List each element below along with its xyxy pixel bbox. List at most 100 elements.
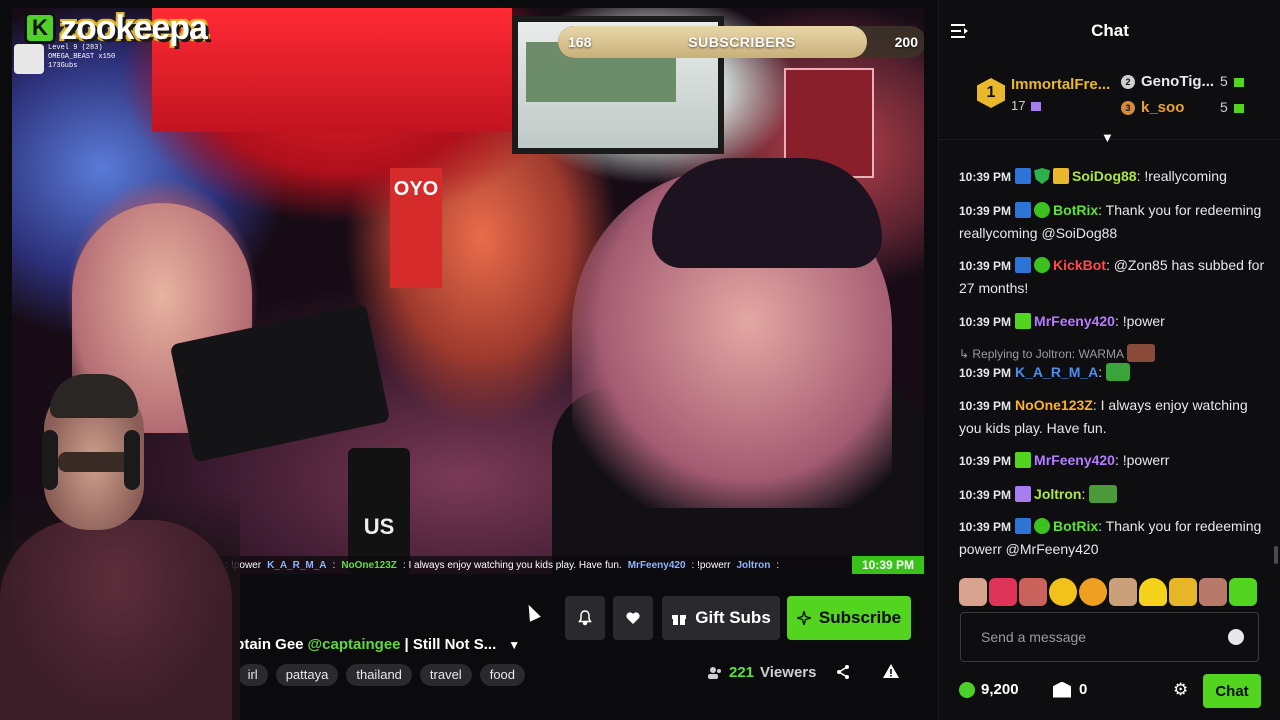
message-text: : !reallycoming <box>1136 168 1227 184</box>
chat-message: 10:39 PM BotRix: Thank you for redeeming … <box>959 515 1269 560</box>
message-user[interactable]: K_A_R_M_A <box>1015 364 1098 380</box>
leader-1-name[interactable]: ImmortalFre... <box>1011 76 1110 93</box>
moderator-badge-icon <box>1015 202 1032 218</box>
sparkle-icon <box>796 611 811 625</box>
message-user[interactable]: MrFeeny420 <box>1034 452 1115 468</box>
leader-2-count: 5 <box>1220 73 1244 89</box>
share-icon[interactable] <box>835 664 851 685</box>
chat-messages: 10:39 PM SoiDog88: !reallycoming 10:39 PM… <box>939 146 1280 566</box>
message-input[interactable] <box>961 613 1221 661</box>
collapse-icon[interactable] <box>951 22 969 43</box>
chat-message: 10:39 PM MrFeeny420: !powerr <box>959 449 1269 472</box>
emote-hands-icon[interactable] <box>989 578 1017 606</box>
hud-robot-icon <box>14 44 44 74</box>
emote-face-icon[interactable] <box>959 578 987 606</box>
moderator-badge-icon <box>1015 518 1032 534</box>
gear-icon[interactable]: ⚙ <box>1173 680 1188 700</box>
reply-text: Replying to Joltron: WARMA <box>972 347 1124 361</box>
message-text: : !powerr <box>1114 452 1170 468</box>
streamer-handle[interactable]: @captaingee <box>308 636 401 653</box>
tag-travel[interactable]: travel <box>419 664 472 686</box>
leader-3-name[interactable]: k_soo <box>1141 99 1184 116</box>
app-root: OYO US 168 SUBSCRIBERS 200 eeny420: !pow… <box>0 0 1280 720</box>
message-user[interactable]: NoOne123Z <box>1015 397 1093 413</box>
stream-tags: + irl pattaya thailand travel food <box>210 664 526 686</box>
chat-message: 10:39 PM SoiDog88: !reallycoming <box>959 165 1269 188</box>
leader-2-name[interactable]: GenoTig... <box>1141 73 1214 90</box>
ticker-message: : I always enjoy watching you kids play.… <box>402 559 622 571</box>
channel-points[interactable]: 9,200 <box>959 681 1019 698</box>
verified-badge-icon <box>1034 202 1051 218</box>
emote-ghost-icon[interactable] <box>1139 578 1167 606</box>
oyo-sign: OYO <box>390 168 442 288</box>
leader-1-count-value: 17 <box>1011 98 1026 113</box>
hud-line: 173Gubs <box>48 62 78 70</box>
rank-1-badge: 1 <box>977 78 1005 108</box>
message-time: 10:39 PM <box>959 488 1012 502</box>
follow-button[interactable] <box>613 596 653 640</box>
sub-icon <box>1031 102 1042 112</box>
gift-icon <box>672 615 687 625</box>
game-hud: Level 9 (283) OMEGA_BEAST x150 173Gubs <box>14 44 115 74</box>
message-user[interactable]: BotRix <box>1053 518 1098 534</box>
chat-footer: 9,200 0 ⚙ Chat <box>939 672 1280 712</box>
notifications-button[interactable] <box>565 596 605 640</box>
chat-send-button[interactable]: Chat <box>1203 674 1261 708</box>
points-value: 9,200 <box>981 681 1019 698</box>
hud-stats: Level 9 (283) OMEGA_BEAST x150 173Gubs <box>48 44 115 74</box>
message-user[interactable]: KickBot <box>1053 257 1106 273</box>
ticker-user: MrFeeny420 <box>627 559 686 571</box>
reply-context[interactable]: ↳ Replying to Joltron: WARMA <box>959 344 1155 362</box>
message-text: : !power <box>1114 313 1165 329</box>
moderator-badge-icon <box>1015 168 1032 184</box>
emote-smirk-icon[interactable] <box>1079 578 1107 606</box>
vault-icon <box>1053 681 1071 698</box>
chat-panel: Chat 1 ImmortalFre... 17 2 GenoTig... 5 … <box>938 0 1280 720</box>
message-user[interactable]: MrFeeny420 <box>1034 313 1115 329</box>
vault[interactable]: 0 <box>1053 681 1087 698</box>
emote-face4-icon[interactable] <box>1199 578 1227 606</box>
tag-irl[interactable]: irl <box>237 664 268 686</box>
ticker-message: : <box>332 559 336 571</box>
viewer-count-number: 221 <box>729 664 755 681</box>
emote-laugh-icon[interactable] <box>1049 578 1077 606</box>
gift-badge-icon <box>1053 168 1070 184</box>
ticker-user: NoOne123Z <box>341 559 397 571</box>
quick-emotes <box>959 578 1273 608</box>
warning-icon[interactable] <box>882 663 900 684</box>
gift-subs-button[interactable]: Gift Subs <box>662 596 780 640</box>
ticker-user: Joltron <box>736 559 771 571</box>
message-time: 10:39 PM <box>959 399 1012 413</box>
tag-pattaya[interactable]: pattaya <box>275 664 339 686</box>
message-user[interactable]: SoiDog88 <box>1072 168 1137 184</box>
message-time: 10:39 PM <box>959 520 1012 534</box>
emoji-icon[interactable] <box>1228 629 1244 645</box>
message-input-box <box>960 612 1259 662</box>
tag-thailand[interactable]: thailand <box>346 664 412 686</box>
emote-cup-icon[interactable] <box>1229 578 1257 606</box>
expand-leaderboard-icon[interactable]: ▼ <box>1101 130 1114 145</box>
subscriber-badge-icon <box>1015 452 1032 468</box>
webcam-overlay <box>0 360 240 720</box>
chevron-down-icon[interactable]: ▼ <box>508 638 520 652</box>
person-right-hair <box>652 158 882 268</box>
message-time: 10:39 PM <box>959 366 1012 380</box>
tag-food[interactable]: food <box>479 664 526 686</box>
logo-text: zookeepa <box>60 8 208 47</box>
message-user[interactable]: BotRix <box>1053 202 1098 218</box>
message-user[interactable]: Joltron <box>1034 486 1081 502</box>
webcam-hair <box>50 374 138 418</box>
chat-title: Chat <box>1091 21 1129 40</box>
leader-3-count-value: 5 <box>1220 99 1228 115</box>
headset-left-icon <box>42 430 58 490</box>
emote-face2-icon[interactable] <box>1019 578 1047 606</box>
ticker-message: : !powerr <box>691 559 731 571</box>
webcam-sunglasses <box>58 452 130 472</box>
emote-listen-icon[interactable] <box>1169 578 1197 606</box>
emote-face3-icon[interactable] <box>1109 578 1137 606</box>
leader-2-count-value: 5 <box>1220 73 1228 89</box>
chat-scrollbar[interactable] <box>1274 546 1278 564</box>
hud-line: Level 9 (283) <box>48 44 103 52</box>
subscribe-button[interactable]: Subscribe <box>787 596 911 640</box>
subscriber-badge-icon <box>1015 313 1032 329</box>
